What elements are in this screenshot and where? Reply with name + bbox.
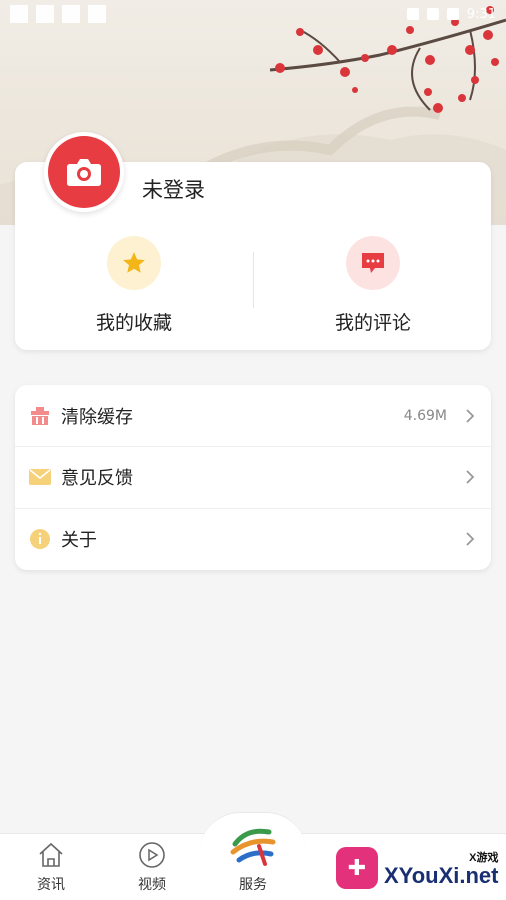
feedback-row[interactable]: 意见反馈 [15, 446, 491, 507]
about-label: 关于 [61, 530, 97, 551]
status-bar: 9:31 [0, 0, 506, 28]
my-favorites-label: 我的收藏 [95, 312, 172, 334]
home-icon [39, 842, 63, 867]
gamepad-logo-icon: ✚ [336, 847, 378, 889]
notification-icon [10, 5, 28, 23]
chevron-right-icon [466, 532, 475, 546]
clear-cache-row[interactable]: 清除缓存 4.69M [15, 385, 491, 446]
my-favorites-button[interactable]: 我的收藏 [34, 236, 234, 335]
tab-news[interactable]: 资讯 [11, 840, 91, 894]
chevron-right-icon [466, 470, 475, 484]
star-icon [123, 252, 145, 273]
login-status[interactable]: 未登录 [142, 174, 205, 204]
notification-icon [62, 5, 80, 23]
my-comments-button[interactable]: 我的评论 [273, 236, 473, 335]
notification-icon [36, 5, 54, 23]
watermark-big-text: XYouXi.net [384, 863, 499, 888]
image-notification-icon [88, 5, 106, 23]
tab-video-label: 视频 [138, 877, 166, 893]
chevron-right-icon [466, 408, 475, 423]
status-time: 9:31 [466, 6, 496, 22]
play-icon [139, 842, 165, 868]
my-comments-label: 我的评论 [334, 312, 411, 334]
feedback-label: 意见反馈 [61, 468, 133, 489]
signal-icon [426, 8, 439, 20]
info-icon [29, 528, 51, 550]
avatar[interactable] [44, 132, 124, 212]
divider [253, 252, 254, 308]
cache-size: 4.69M [403, 407, 447, 424]
clear-cache-icon [29, 405, 51, 427]
battery-icon [446, 8, 459, 20]
tab-service[interactable]: 服务 [213, 822, 293, 894]
site-watermark: ✚ X游戏 XYouXi.net [336, 842, 502, 894]
clear-cache-label: 清除缓存 [61, 406, 133, 428]
service-logo-icon [230, 828, 276, 866]
tab-video[interactable]: 视频 [112, 840, 192, 894]
about-row[interactable]: 关于 [15, 508, 491, 569]
camera-icon [67, 159, 101, 186]
settings-list: 清除缓存 4.69M 意见反馈 关于 [15, 385, 491, 570]
mail-icon [29, 466, 51, 488]
tab-service-label: 服务 [239, 877, 267, 893]
tab-news-label: 资讯 [37, 877, 65, 893]
comment-icon [362, 253, 384, 273]
wifi-icon [406, 8, 419, 20]
